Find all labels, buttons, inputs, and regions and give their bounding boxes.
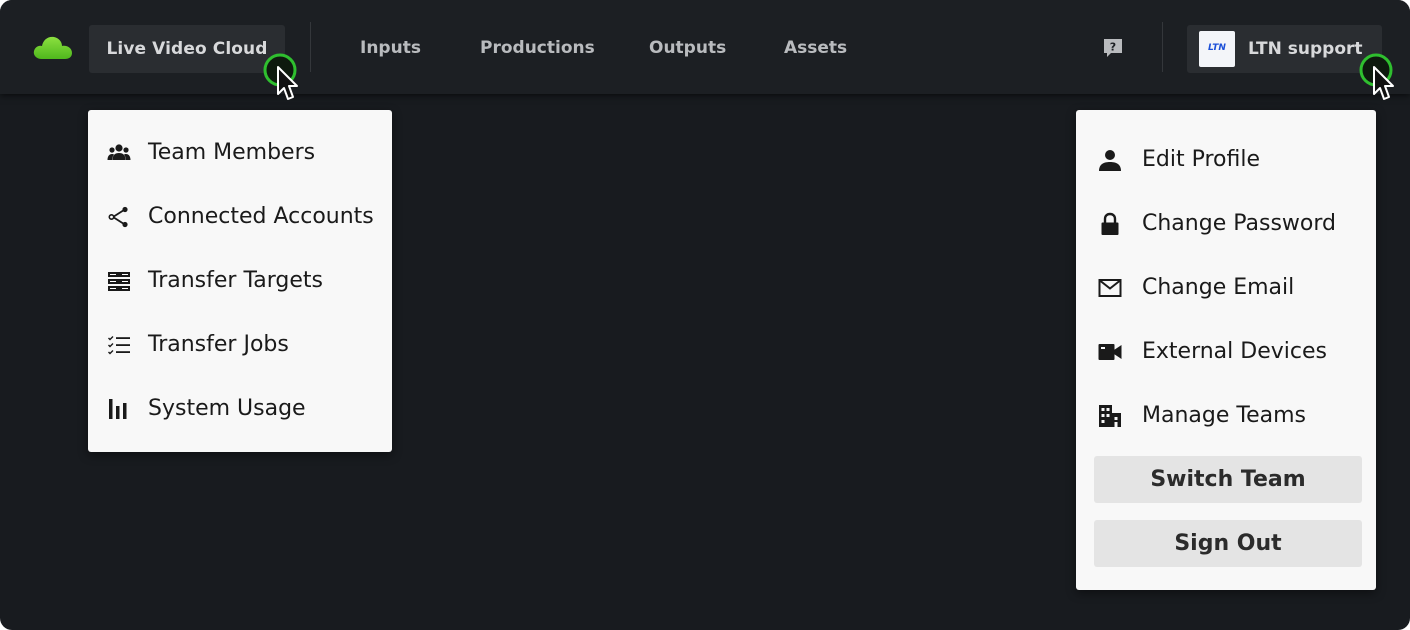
menu-item-label: Connected Accounts [148, 204, 374, 229]
lock-icon [1101, 212, 1119, 235]
menu-item-team-members[interactable]: Team Members [88, 133, 392, 173]
header-divider [1162, 22, 1163, 72]
menu-item-transfer-jobs[interactable]: Transfer Jobs [88, 325, 392, 365]
menu-item-external-devices[interactable]: External Devices [1076, 332, 1376, 372]
avatar-logo-text: LTN [1208, 43, 1226, 53]
menu-item-label: Transfer Jobs [148, 332, 289, 357]
menu-item-connected-accounts[interactable]: Connected Accounts [88, 197, 392, 237]
workspace-switcher-button[interactable]: Live Video Cloud [89, 25, 285, 73]
bar-chart-icon [109, 399, 127, 419]
nav-assets[interactable]: Assets [784, 36, 847, 60]
menu-item-change-email[interactable]: Change Email [1076, 268, 1376, 308]
mouse-cursor-icon [1359, 53, 1394, 100]
envelope-icon [1098, 279, 1122, 297]
person-icon [1099, 150, 1121, 171]
menu-item-label: External Devices [1142, 339, 1327, 364]
people-icon [107, 144, 131, 160]
switch-team-button[interactable]: Switch Team [1094, 456, 1362, 503]
user-dropdown-menu: Edit Profile Change Password Change Emai… [1076, 110, 1376, 590]
nav-outputs[interactable]: Outputs [649, 36, 726, 60]
menu-item-change-password[interactable]: Change Password [1076, 204, 1376, 244]
menu-item-system-usage[interactable]: System Usage [88, 389, 392, 429]
menu-item-manage-teams[interactable]: Manage Teams [1076, 396, 1376, 436]
cloud-logo-icon[interactable] [33, 34, 73, 60]
nav-divider [310, 22, 311, 72]
workspace-dropdown-menu: Team Members Connected Accounts Transfer… [88, 110, 392, 452]
menu-item-edit-profile[interactable]: Edit Profile [1076, 140, 1376, 180]
menu-item-label: Edit Profile [1142, 147, 1261, 172]
svg-text:?: ? [1110, 41, 1116, 54]
menu-item-label: System Usage [148, 396, 306, 421]
avatar: LTN [1199, 31, 1235, 67]
menu-item-label: Manage Teams [1142, 403, 1306, 428]
top-navigation-bar: Live Video Cloud Inputs Productions Outp… [0, 0, 1410, 100]
sign-out-button[interactable]: Sign Out [1094, 520, 1362, 567]
server-stack-icon [108, 272, 130, 291]
menu-item-label: Change Password [1142, 211, 1336, 236]
building-icon [1099, 405, 1121, 427]
app-window: Live Video Cloud Inputs Productions Outp… [0, 0, 1410, 630]
menu-item-label: Team Members [148, 140, 316, 165]
video-camera-icon [1098, 344, 1122, 360]
menu-item-transfer-targets[interactable]: Transfer Targets [88, 261, 392, 301]
checklist-icon [108, 336, 130, 355]
menu-item-label: Change Email [1142, 275, 1295, 300]
user-menu-button[interactable]: LTN LTN support [1187, 25, 1382, 73]
nav-productions[interactable]: Productions [480, 36, 595, 60]
nav-inputs[interactable]: Inputs [360, 36, 421, 60]
mouse-cursor-icon [263, 53, 298, 100]
user-name: LTN support [1248, 39, 1363, 59]
help-chat-icon[interactable]: ? [1102, 37, 1124, 59]
menu-item-label: Transfer Targets [148, 268, 323, 293]
share-nodes-icon [108, 206, 128, 228]
